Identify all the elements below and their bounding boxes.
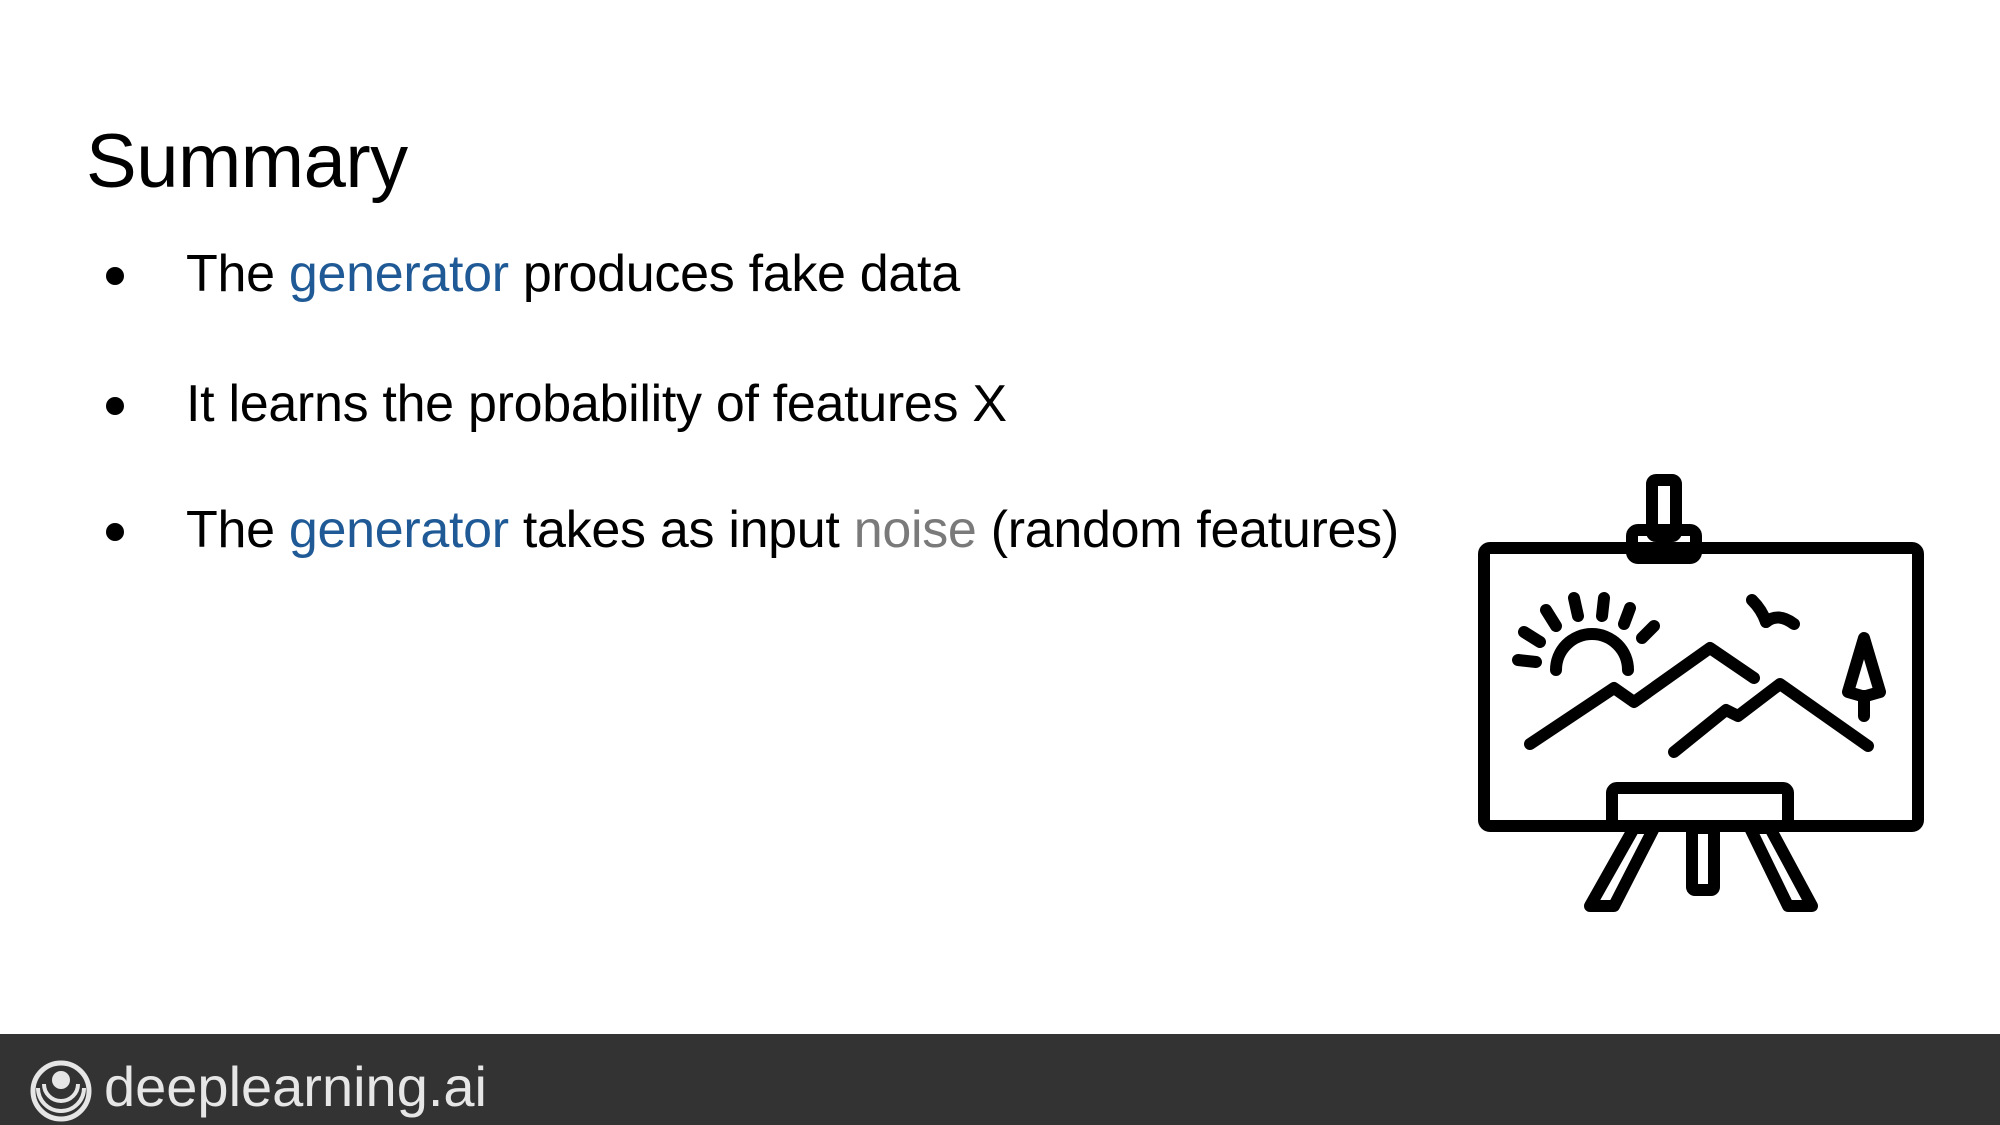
deeplearning-logo-icon xyxy=(30,1060,92,1122)
bullet-dot-icon xyxy=(106,397,124,415)
footer-brand: deeplearning.ai xyxy=(104,1055,487,1118)
bullet-text-segment: The xyxy=(186,501,289,559)
bullet-dot-icon xyxy=(106,267,124,285)
bullet-text-segment: produces fake data xyxy=(508,245,960,303)
bullet-text: The generator produces fake data xyxy=(186,238,960,310)
bullet-text: The generator takes as input noise (rand… xyxy=(186,494,1399,566)
keyword-generator: generator xyxy=(288,245,509,303)
easel-landscape-painting-icon xyxy=(1478,474,1924,912)
bullet-text-segment: (random features) xyxy=(976,501,1400,559)
keyword-generator: generator xyxy=(288,501,509,559)
bullet-text-segment: The xyxy=(186,245,289,303)
bullet-text-segment: It learns the probability of features X xyxy=(186,375,1007,433)
bullet-dot-icon xyxy=(106,523,124,541)
slide-title: Summary xyxy=(86,119,408,204)
bullet-text: It learns the probability of features X xyxy=(186,368,1007,440)
bullet-text-segment: takes as input xyxy=(508,501,854,559)
keyword-noise: noise xyxy=(853,501,977,559)
